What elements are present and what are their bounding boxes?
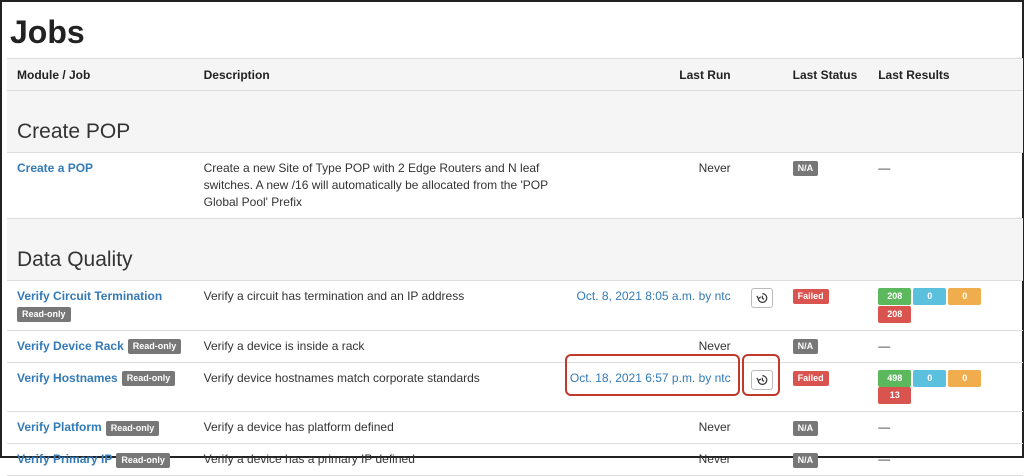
- job-description: Verify a device has platform defined: [193, 411, 560, 445]
- status-badge: N/A: [792, 161, 819, 177]
- job-cell: Verify Hostnames Read-only: [7, 362, 194, 413]
- status-badge: N/A: [792, 420, 819, 436]
- last-run-cell: Never: [559, 411, 741, 445]
- results-cell: 208 0 0208: [868, 280, 1023, 331]
- job-description: Verify a device is inside a rack: [193, 330, 560, 363]
- history-cell: [740, 330, 783, 363]
- status-cell: N/A: [782, 443, 869, 476]
- readonly-badge: Read-only: [17, 307, 71, 323]
- results-cell: —: [868, 152, 1023, 219]
- results-empty: —: [878, 420, 891, 435]
- last-run-text: Never: [698, 161, 731, 175]
- history-cell: [740, 152, 783, 219]
- status-badge: N/A: [792, 452, 819, 468]
- results-cell: —: [868, 411, 1023, 445]
- result-success-badge: 208: [878, 288, 912, 306]
- job-link[interactable]: Verify Platform: [17, 420, 102, 434]
- result-info-badge: 0: [913, 288, 947, 306]
- last-run-cell: Oct. 8, 2021 8:05 a.m. by ntc: [559, 280, 741, 331]
- job-description: Verify a circuit has termination and an …: [193, 280, 560, 331]
- jobs-body: Create POP Create a POP Create a new Site …: [7, 90, 1023, 476]
- result-failure-badge: 208: [878, 305, 912, 323]
- history-cell: [740, 411, 783, 445]
- readonly-badge: Read-only: [116, 452, 170, 468]
- job-description: Verify device hostnames match corporate …: [193, 362, 560, 413]
- table-row: Create a POP Create a new Site of Type PO…: [7, 152, 1023, 219]
- readonly-badge: Read-only: [105, 420, 160, 436]
- last-run-cell: Oct. 18, 2021 6:57 p.m. by ntc: [559, 362, 741, 413]
- job-link[interactable]: Verify Circuit Termination: [17, 289, 162, 303]
- job-link[interactable]: Verify Hostnames: [17, 371, 118, 385]
- job-link[interactable]: Verify Primary IP: [17, 452, 112, 466]
- table-header-row: Module / Job Description Last Run Last S…: [7, 58, 1023, 91]
- result-info-badge: 0: [913, 369, 947, 387]
- last-run-text: Never: [698, 338, 731, 353]
- result-warning-badge: 0: [948, 288, 982, 306]
- last-run-text: Never: [698, 420, 731, 435]
- table-row: Verify Platform Read-only Verify a device …: [7, 411, 1023, 445]
- results-empty: —: [878, 338, 891, 353]
- results-cell: 498 0 013: [868, 362, 1023, 413]
- status-cell: N/A: [782, 330, 869, 363]
- last-run-text: Never: [698, 452, 731, 467]
- page-frame: Jobs Module / Job Description Last Run L…: [0, 0, 1024, 476]
- group-title: Data Quality: [7, 218, 1023, 281]
- result-warning-badge: 0: [948, 369, 982, 387]
- header-description: Description: [193, 58, 560, 91]
- status-badge: N/A: [792, 338, 819, 354]
- results-cell: —: [868, 330, 1023, 363]
- history-cell: [740, 443, 783, 476]
- group-row: Create POP: [7, 90, 1023, 153]
- header-last-results: Last Results: [868, 58, 1023, 91]
- results-cell: —: [868, 443, 1023, 476]
- header-last-run: Last Run: [559, 58, 741, 91]
- results-empty: —: [878, 161, 891, 175]
- job-cell: Create a POP: [7, 152, 194, 219]
- status-cell: Failed: [782, 280, 869, 331]
- last-run-cell: Never: [559, 152, 741, 219]
- job-cell: Verify Platform Read-only: [7, 411, 194, 445]
- results-empty: —: [878, 452, 891, 467]
- status-cell: N/A: [782, 411, 869, 445]
- history-cell: [740, 280, 783, 331]
- group-title: Create POP: [7, 90, 1023, 153]
- job-cell: Verify Circuit Termination Read-only: [7, 280, 194, 331]
- header-spacer: [740, 58, 783, 91]
- readonly-badge: Read-only: [121, 370, 176, 386]
- history-icon: [756, 292, 768, 304]
- table-row: Verify Device Rack Read-only Verify a devi…: [7, 330, 1023, 363]
- history-icon-glyph: [756, 374, 767, 385]
- header-module-job: Module / Job: [7, 58, 194, 91]
- result-failure-badge: 13: [878, 387, 912, 405]
- history-icon: [756, 374, 768, 386]
- table-row: Verify Hostnames Read-only Verify device h…: [7, 362, 1023, 413]
- status-cell: Failed: [782, 362, 869, 413]
- table-row: Verify Primary IP Read-only Verify a devic…: [7, 443, 1023, 476]
- table-row: Verify Circuit Termination Read-only Verif…: [7, 280, 1023, 331]
- last-run-link[interactable]: Oct. 18, 2021 6:57 p.m. by ntc: [570, 371, 731, 385]
- status-badge: Failed: [792, 289, 829, 305]
- group-row: Data Quality: [7, 218, 1023, 281]
- status-badge: Failed: [792, 370, 829, 386]
- last-run-cell: Never: [559, 443, 741, 476]
- history-icon-glyph: [756, 293, 767, 303]
- history-button[interactable]: [750, 288, 773, 308]
- header-last-status: Last Status: [782, 58, 869, 91]
- last-run-cell: Never: [559, 330, 741, 363]
- job-description: Create a new Site of Type POP with 2 Edg…: [193, 152, 560, 219]
- jobs-table: Module / Job Description Last Run Last S…: [7, 58, 1023, 476]
- job-link[interactable]: Create a POP: [17, 161, 93, 175]
- result-success-badge: 498: [878, 369, 912, 387]
- job-cell: Verify Device Rack Read-only: [7, 330, 194, 363]
- job-description: Verify a device has a primary IP defined: [193, 443, 560, 476]
- readonly-badge: Read-only: [127, 338, 182, 354]
- job-cell: Verify Primary IP Read-only: [7, 443, 194, 476]
- history-button[interactable]: [750, 369, 773, 390]
- history-cell: [740, 362, 783, 413]
- status-cell: N/A: [782, 152, 869, 219]
- job-link[interactable]: Verify Device Rack: [17, 339, 124, 353]
- page-title: Jobs: [10, 14, 85, 50]
- last-run-link[interactable]: Oct. 8, 2021 8:05 a.m. by ntc: [577, 289, 731, 303]
